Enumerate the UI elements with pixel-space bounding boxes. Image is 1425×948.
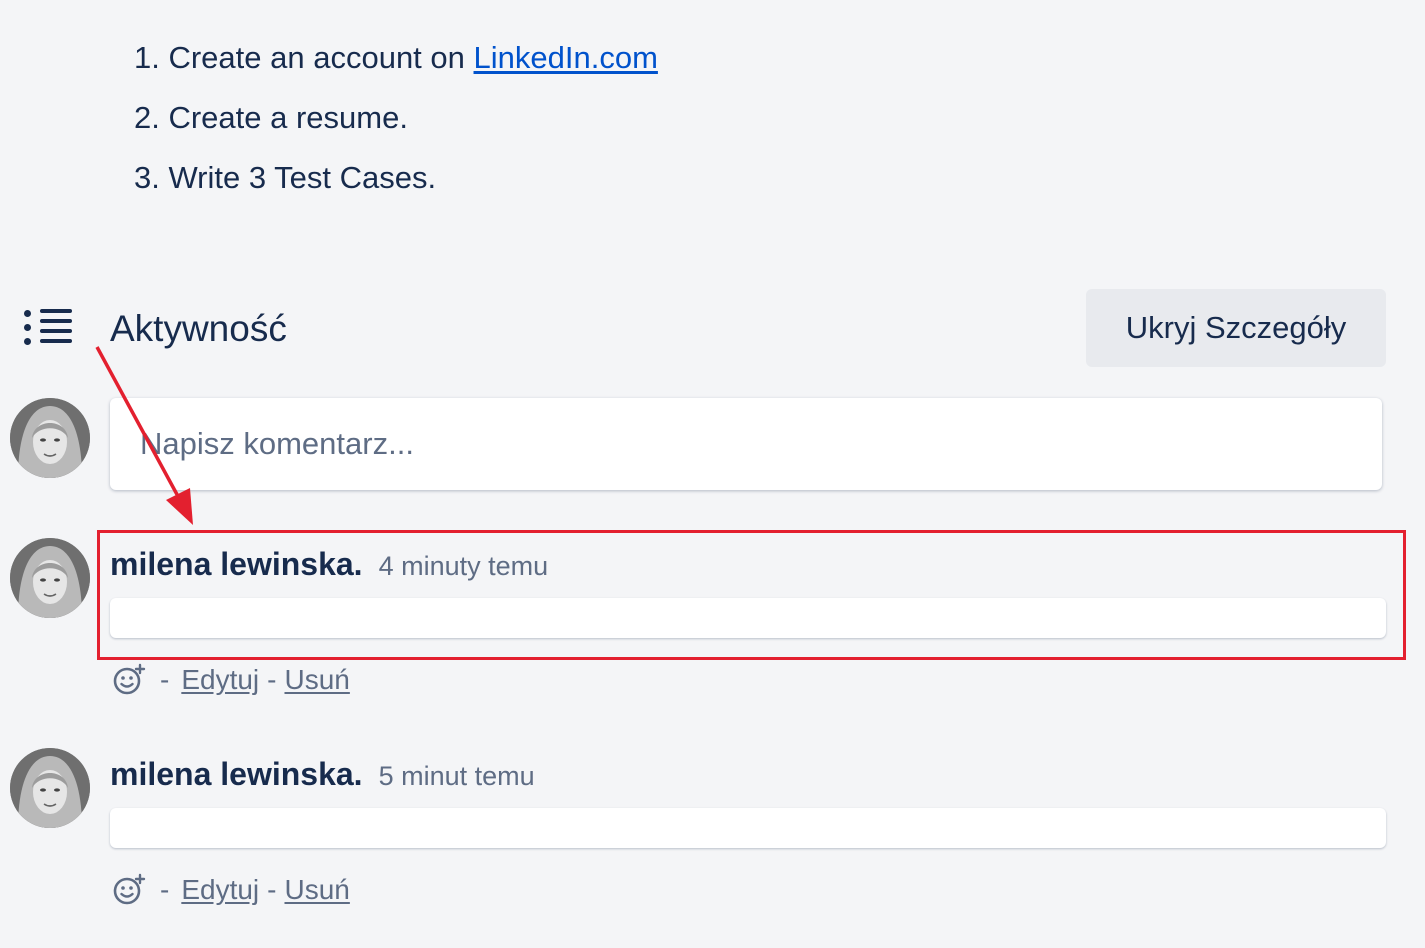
activity-list-icon: [24, 309, 72, 345]
avatar[interactable]: [10, 398, 90, 478]
activity-title: Aktywność: [110, 308, 287, 349]
comment-header: milena lewinska. 5 minut temu: [110, 752, 535, 798]
comment-body: [110, 598, 1386, 638]
edit-comment-link[interactable]: Edytuj: [181, 660, 259, 700]
add-reaction-icon[interactable]: [112, 663, 146, 697]
action-separator: -: [267, 874, 277, 905]
description-item-text: 3. Write 3 Test Cases.: [134, 160, 437, 195]
comment-author: milena lewinska.: [110, 546, 363, 582]
comment-actions: - Edytuj - Usuń: [112, 660, 350, 700]
comment-actions: - Edytuj - Usuń: [112, 870, 350, 910]
comment-timestamp[interactable]: 5 minut temu: [379, 761, 535, 791]
add-reaction-icon[interactable]: [112, 873, 146, 907]
comment-header: milena lewinska. 4 minuty temu: [110, 542, 548, 588]
linkedin-link[interactable]: LinkedIn.com: [474, 40, 658, 75]
description-item-3: 3. Write 3 Test Cases.: [134, 156, 658, 216]
avatar[interactable]: [10, 748, 90, 828]
action-separator: -: [160, 664, 170, 695]
comment-author: milena lewinska.: [110, 756, 363, 792]
edit-comment-link[interactable]: Edytuj: [181, 870, 259, 910]
new-comment-input[interactable]: [110, 398, 1382, 490]
description-item-1: 1. Create an account on LinkedIn.com: [134, 36, 658, 96]
action-separator: -: [267, 664, 277, 695]
description-list: 1. Create an account on LinkedIn.com 2. …: [134, 36, 658, 216]
delete-comment-link[interactable]: Usuń: [284, 870, 349, 910]
hide-details-button[interactable]: Ukryj Szczegóły: [1086, 289, 1386, 367]
delete-comment-link[interactable]: Usuń: [284, 660, 349, 700]
description-item-text: 1. Create an account on: [134, 40, 474, 75]
comment-body: [110, 808, 1386, 848]
action-separator: -: [160, 874, 170, 905]
description-item-text: 2. Create a resume.: [134, 100, 408, 135]
description-item-2: 2. Create a resume.: [134, 96, 658, 156]
comment-timestamp[interactable]: 4 minuty temu: [379, 551, 549, 581]
avatar[interactable]: [10, 538, 90, 618]
